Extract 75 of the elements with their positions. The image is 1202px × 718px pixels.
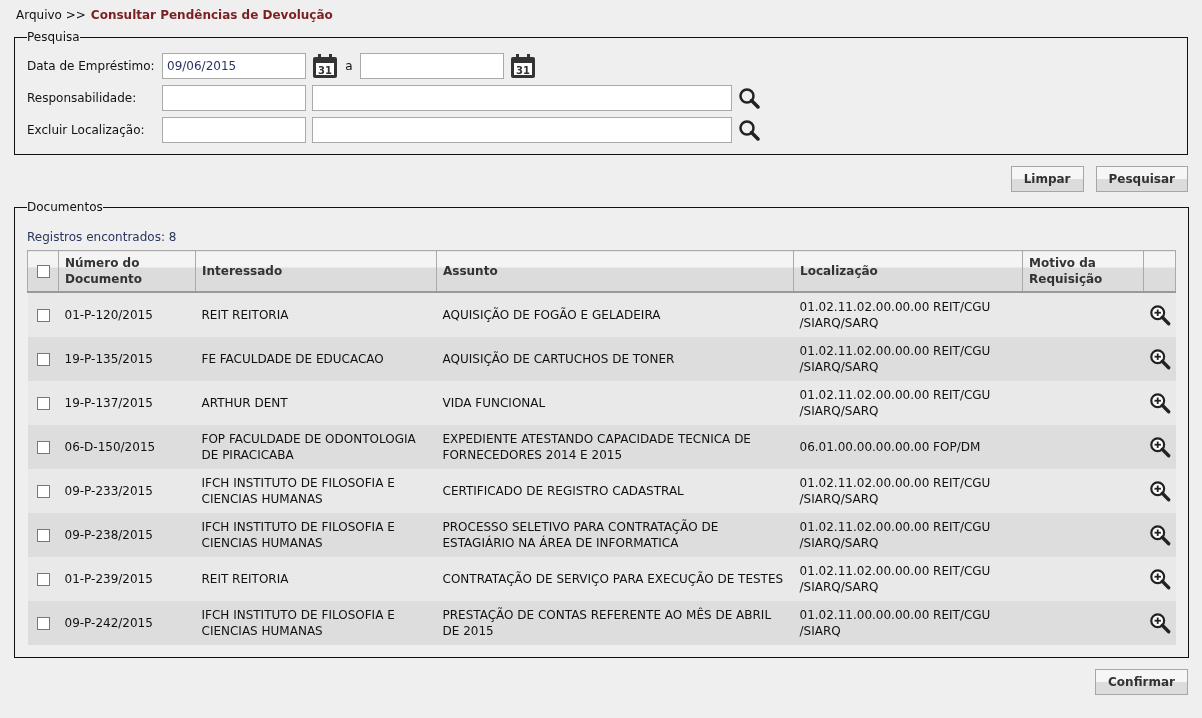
code-input[interactable] <box>162 117 306 143</box>
table-cell: 01.02.11.02.00.00.00 REIT/CGU /SIARQ/SARQ <box>799 564 991 594</box>
table-cell: AQUISIÇÃO DE CARTUCHOS DE TONER <box>442 352 675 366</box>
column-header: Assunto <box>436 250 794 292</box>
table-cell: 01.02.11.00.00.00.00 REIT/CGU /SIARQ <box>799 608 991 638</box>
column-header: Interessado <box>195 250 437 292</box>
action-button[interactable]: Limpar <box>1010 166 1084 192</box>
row-checkbox[interactable] <box>36 485 50 498</box>
results-count: Registros encontrados: 8 <box>27 230 178 244</box>
row-checkbox[interactable] <box>36 573 50 586</box>
table-cell: FOP FACULDADE DE ODONTOLOGIA DE PIRACICABA <box>201 432 416 462</box>
table-cell: 01.02.11.02.00.00.00 REIT/CGU /SIARQ/SARQ <box>799 476 991 506</box>
row-checkbox[interactable] <box>36 353 50 366</box>
table-cell: PRESTAÇÃO DE CONTAS REFERENTE AO MÊS DE ABRIL DE 2015 <box>442 608 772 638</box>
row-checkbox[interactable] <box>36 617 50 630</box>
table-cell: 19-P-137/2015 <box>64 396 153 410</box>
field-label: Responsabilidade: <box>27 91 138 105</box>
table-cell: PROCESSO SELETIVO PARA CONTRATAÇÃO DE ESTAGIÁRIO NA ÁREA DE INFORMATICA <box>442 520 719 550</box>
table-cell: IFCH INSTITUTO DE FILOSOFIA E CIENCIAS HUMANAS <box>201 520 395 550</box>
breadcrumb-parent: Arquivo >> <box>16 8 86 24</box>
table-cell: VIDA FUNCIONAL <box>442 396 546 410</box>
table-cell: 09-P-233/2015 <box>64 484 153 498</box>
table-cell: 06.01.00.00.00.00.00 FOP/DM <box>799 440 981 454</box>
confirm-button[interactable]: Confirmar <box>1095 669 1188 695</box>
table-cell: 01.02.11.02.00.00.00 REIT/CGU /SIARQ/SARQ <box>799 388 991 418</box>
table-cell: REIT REITORIA <box>201 308 289 322</box>
field-label: Data de Empréstimo: <box>27 59 156 73</box>
table-cell: CONTRATAÇÃO DE SERVIÇO PARA EXECUÇÃO DE TESTES <box>442 572 784 586</box>
table-cell: 01-P-239/2015 <box>64 572 153 586</box>
table-cell: ARTHUR DENT <box>201 396 288 410</box>
zoom-in-icon[interactable] <box>1148 568 1171 590</box>
date-input[interactable] <box>360 53 504 79</box>
table-cell: 09-P-238/2015 <box>64 528 153 542</box>
select-all-checkbox[interactable] <box>36 265 50 278</box>
zoom-in-icon[interactable] <box>1148 392 1171 414</box>
panel-legend: Pesquisa <box>27 30 80 44</box>
row-checkbox[interactable] <box>36 441 50 454</box>
zoom-in-icon[interactable] <box>1148 304 1171 326</box>
row-checkbox[interactable] <box>36 397 50 410</box>
column-header <box>1143 250 1176 292</box>
table-cell: 01.02.11.02.00.00.00 REIT/CGU /SIARQ/SARQ <box>799 520 991 550</box>
column-header: Número do Documento <box>58 250 196 292</box>
zoom-in-icon[interactable] <box>1148 436 1171 458</box>
text-input[interactable] <box>312 117 732 143</box>
range-separator: a <box>344 59 354 73</box>
table-cell: 09-P-242/2015 <box>64 616 153 630</box>
field-label: Excluir Localização: <box>27 123 146 137</box>
table-cell: 01.02.11.02.00.00.00 REIT/CGU /SIARQ/SARQ <box>799 344 991 374</box>
panel-legend: Documentos <box>27 200 103 214</box>
zoom-in-icon[interactable] <box>1148 348 1171 370</box>
search-icon[interactable] <box>738 119 760 141</box>
date-input[interactable]: 09/06/2015 <box>162 53 306 79</box>
table-cell: EXPEDIENTE ATESTANDO CAPACIDADE TECNICA DE FORNECEDORES 2014 E 2015 <box>442 432 751 462</box>
table-cell: 06-D-150/2015 <box>64 440 156 454</box>
table-cell: FE FACULDADE DE EDUCACAO <box>201 352 384 366</box>
row-checkbox[interactable] <box>36 529 50 542</box>
row-checkbox[interactable] <box>36 309 50 322</box>
table-cell: REIT REITORIA <box>201 572 289 586</box>
column-header: Motivo da Requisição <box>1022 250 1144 292</box>
zoom-in-icon[interactable] <box>1148 524 1171 546</box>
column-header: Localização <box>793 250 1023 292</box>
code-input[interactable] <box>162 85 306 111</box>
zoom-in-icon[interactable] <box>1148 480 1171 502</box>
table-cell: IFCH INSTITUTO DE FILOSOFIA E CIENCIAS HUMANAS <box>201 476 395 506</box>
table-cell: AQUISIÇÃO DE FOGÃO E GELADEIRA <box>442 308 661 322</box>
search-icon[interactable] <box>738 87 760 109</box>
table-cell: CERTIFICADO DE REGISTRO CADASTRAL <box>442 484 684 498</box>
zoom-in-icon[interactable] <box>1148 612 1171 634</box>
table-cell: 01-P-120/2015 <box>64 308 153 322</box>
action-button[interactable]: Pesquisar <box>1095 166 1188 192</box>
text-input[interactable] <box>312 85 732 111</box>
page-title: Consultar Pendências de Devolução <box>90 8 333 24</box>
table-cell: IFCH INSTITUTO DE FILOSOFIA E CIENCIAS HUMANAS <box>201 608 395 638</box>
table-cell: 19-P-135/2015 <box>64 352 153 366</box>
table-cell: 01.02.11.02.00.00.00 REIT/CGU /SIARQ/SARQ <box>799 300 991 330</box>
